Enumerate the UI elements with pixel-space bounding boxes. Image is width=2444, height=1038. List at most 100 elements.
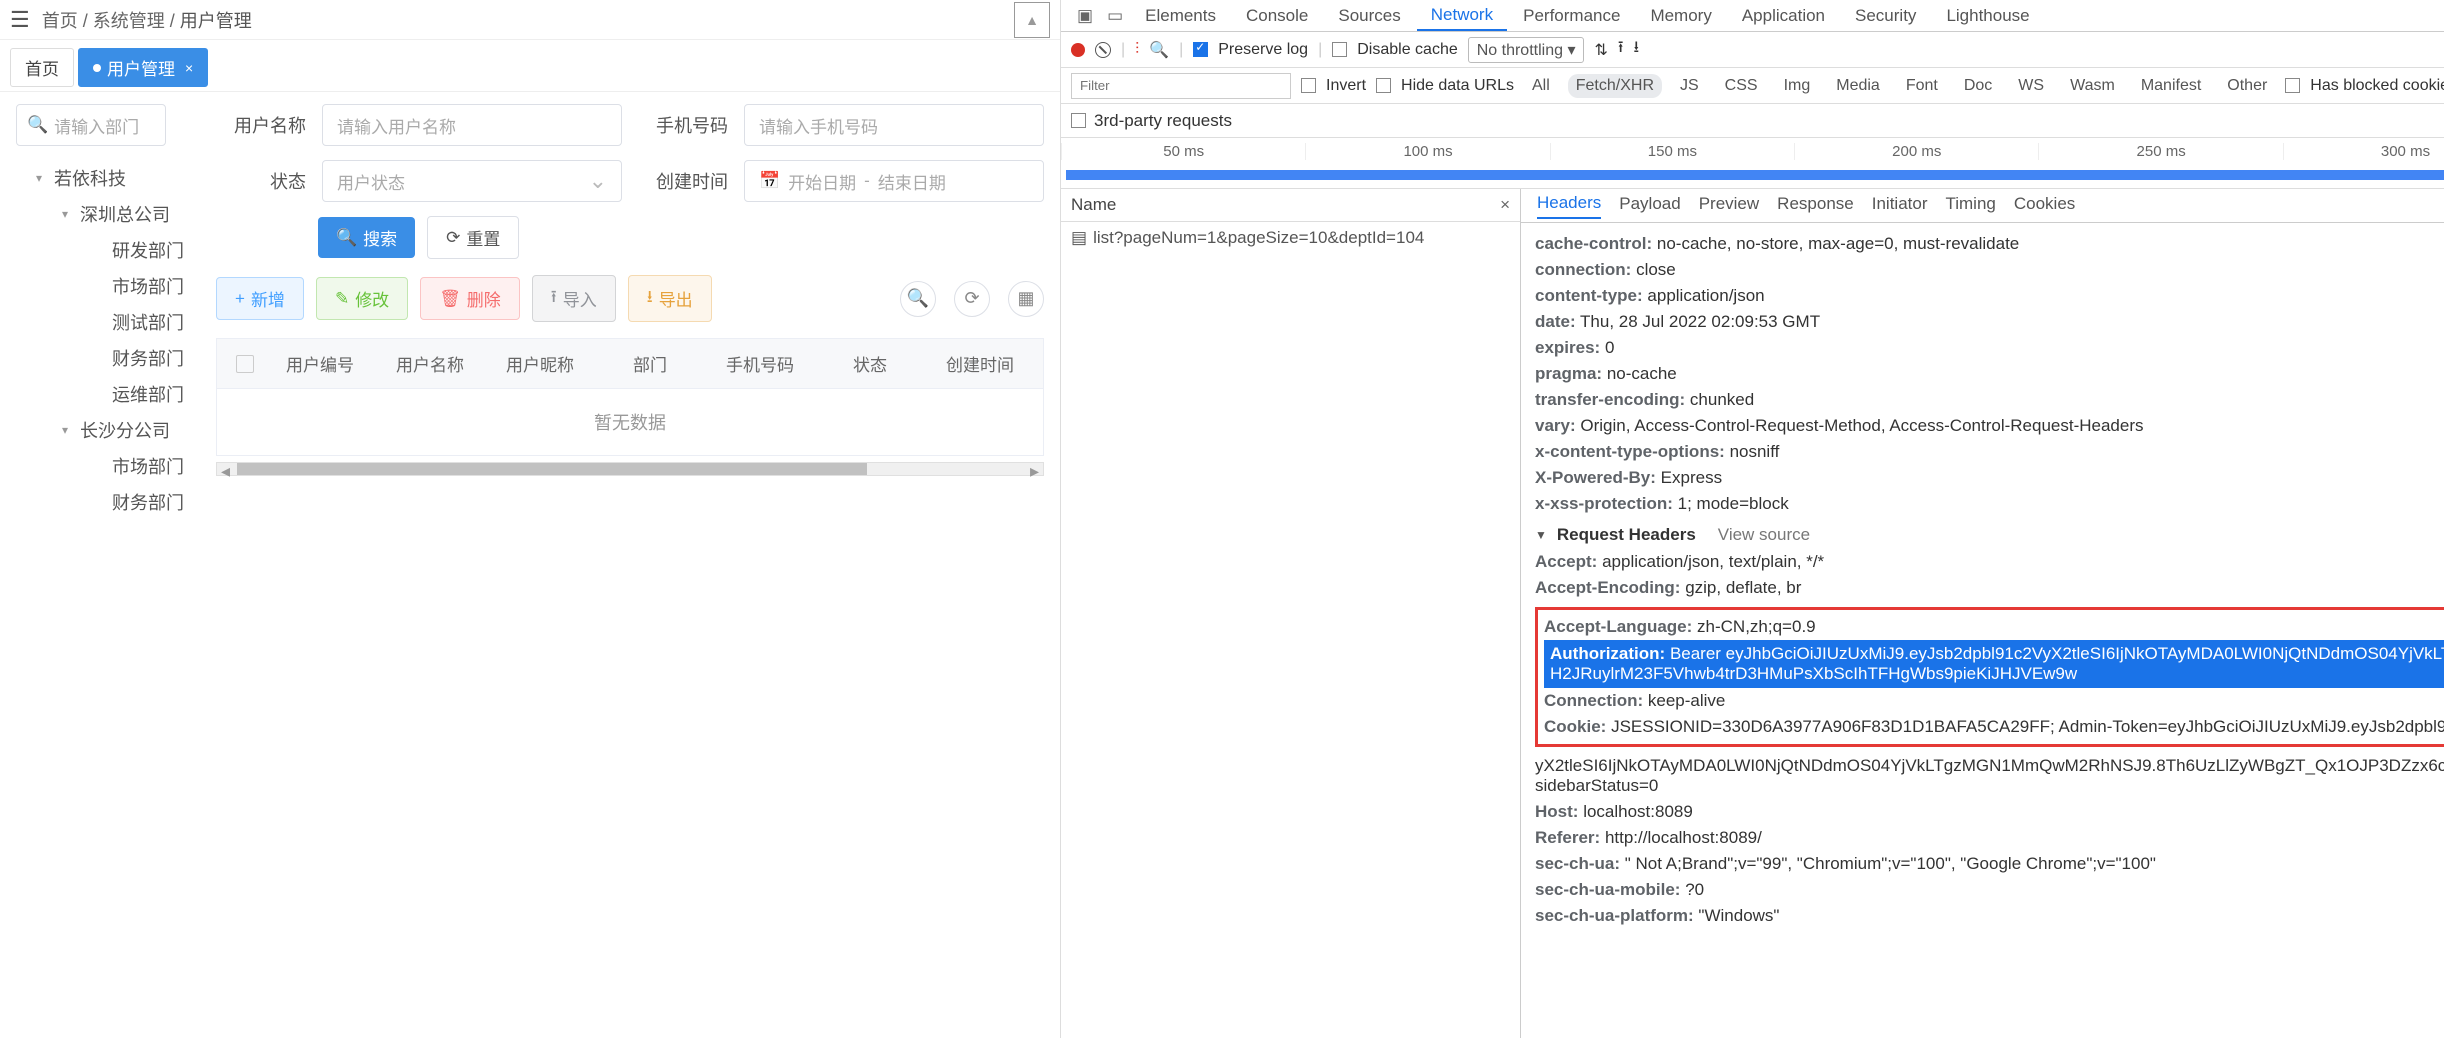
type-font[interactable]: Font xyxy=(1898,74,1946,98)
tick: 200 ms xyxy=(1794,143,2038,160)
filter-toggle-icon[interactable]: ⫶ xyxy=(1135,41,1139,59)
tree-root[interactable]: ▾若依科技 xyxy=(6,160,194,196)
detail-tab-response[interactable]: Response xyxy=(1777,194,1854,218)
type-js[interactable]: JS xyxy=(1672,74,1707,98)
breadcrumb-sys[interactable]: 系统管理 xyxy=(93,11,165,31)
request-headers-section[interactable]: ▼ Request Headers View source xyxy=(1535,517,2444,549)
download-har-icon[interactable]: ⭳ xyxy=(1634,36,1640,63)
tree-rd[interactable]: 研发部门 xyxy=(6,232,194,268)
invert-checkbox[interactable] xyxy=(1301,78,1316,93)
plus-icon: + xyxy=(235,289,245,309)
header-line: date: Thu, 28 Jul 2022 02:09:53 GMT xyxy=(1535,309,2444,335)
hdr-key: sec-ch-ua-platform: xyxy=(1535,906,1694,925)
tab-elements[interactable]: Elements xyxy=(1131,2,1230,30)
horizontal-scrollbar[interactable]: ◂ ▸ xyxy=(216,462,1044,476)
tab-console[interactable]: Console xyxy=(1232,2,1322,30)
type-manifest[interactable]: Manifest xyxy=(2133,74,2209,98)
filter-input[interactable] xyxy=(1071,73,1291,99)
tree-ops[interactable]: 运维部门 xyxy=(6,376,194,412)
type-doc[interactable]: Doc xyxy=(1956,74,2000,98)
breadcrumb-user: 用户管理 xyxy=(180,11,252,31)
detail-tab-timing[interactable]: Timing xyxy=(1945,194,1995,218)
detail-tab-preview[interactable]: Preview xyxy=(1699,194,1759,218)
chevron-down-icon: ▾ xyxy=(36,171,48,185)
scroll-left-icon[interactable]: ◂ xyxy=(221,461,230,482)
edit-button[interactable]: ✎修改 xyxy=(316,277,408,320)
export-button[interactable]: ⭳导出 xyxy=(628,275,712,322)
ctime-label: 创建时间 xyxy=(638,168,728,194)
type-all[interactable]: All xyxy=(1524,74,1558,98)
tree-mkt[interactable]: 市场部门 xyxy=(6,268,194,304)
scroll-thumb[interactable] xyxy=(237,463,867,475)
tree-szhq[interactable]: ▾深圳总公司 xyxy=(6,196,194,232)
view-source-link[interactable]: View source xyxy=(1718,525,1810,545)
tree-csfin[interactable]: 财务部门 xyxy=(6,484,194,520)
record-button[interactable] xyxy=(1071,43,1085,57)
network-timeline[interactable]: 50 ms 100 ms 150 ms 200 ms 250 ms 300 ms… xyxy=(1061,138,2444,189)
type-media[interactable]: Media xyxy=(1828,74,1888,98)
type-other[interactable]: Other xyxy=(2219,74,2275,98)
throttling-select[interactable]: No throttling ▾ xyxy=(1468,37,1585,63)
tab-sources[interactable]: Sources xyxy=(1324,2,1414,30)
inspect-icon[interactable]: ▣ xyxy=(1071,6,1099,26)
clear-button[interactable] xyxy=(1095,42,1111,58)
search-button[interactable]: 🔍搜索 xyxy=(318,217,415,258)
blocked-cookies-checkbox[interactable] xyxy=(2285,78,2300,93)
close-icon[interactable]: × xyxy=(185,60,193,76)
tick: 300 ms xyxy=(2283,143,2444,160)
type-ws[interactable]: WS xyxy=(2010,74,2052,98)
tab-home[interactable]: 首页 xyxy=(10,48,74,87)
breadcrumb-home[interactable]: 首页 xyxy=(42,11,78,31)
phone-input[interactable]: 请输入手机号码 xyxy=(744,104,1044,146)
third-party-checkbox[interactable] xyxy=(1071,113,1086,128)
hdr-key: connection: xyxy=(1535,260,1631,279)
tree-test[interactable]: 测试部门 xyxy=(6,304,194,340)
type-css[interactable]: CSS xyxy=(1717,74,1766,98)
headers-body[interactable]: cache-control: no-cache, no-store, max-a… xyxy=(1521,223,2444,1038)
hide-urls-checkbox[interactable] xyxy=(1376,78,1391,93)
scroll-right-icon[interactable]: ▸ xyxy=(1030,461,1039,482)
reset-button[interactable]: ⟳重置 xyxy=(427,216,519,259)
preserve-log-checkbox[interactable] xyxy=(1193,42,1208,57)
tab-security[interactable]: Security xyxy=(1841,2,1930,30)
search-network-icon[interactable]: 🔍 xyxy=(1149,40,1169,60)
disable-cache-checkbox[interactable] xyxy=(1332,42,1347,57)
delete-button[interactable]: 🗑删除 xyxy=(420,277,520,320)
tab-lighthouse[interactable]: Lighthouse xyxy=(1932,2,2043,30)
wifi-icon[interactable]: ⇅ xyxy=(1594,40,1607,60)
tree-csmkt[interactable]: 市场部门 xyxy=(6,448,194,484)
tree-fin[interactable]: 财务部门 xyxy=(6,340,194,376)
search-toggle-button[interactable]: 🔍 xyxy=(900,281,936,317)
detail-tab-initiator[interactable]: Initiator xyxy=(1872,194,1928,218)
hdr-val: Express xyxy=(1661,468,1722,487)
menu-toggle-icon[interactable]: ☰ xyxy=(10,7,30,33)
type-fetch-xhr[interactable]: Fetch/XHR xyxy=(1568,74,1662,98)
tab-performance[interactable]: Performance xyxy=(1509,2,1634,30)
tree-csbranch[interactable]: ▾长沙分公司 xyxy=(6,412,194,448)
device-toggle-icon[interactable]: ▭ xyxy=(1101,6,1129,26)
select-all-checkbox[interactable] xyxy=(225,355,265,373)
detail-tab-cookies[interactable]: Cookies xyxy=(2014,194,2075,218)
request-row[interactable]: ▤ list?pageNum=1&pageSize=10&deptId=104 xyxy=(1061,222,1520,254)
tab-application[interactable]: Application xyxy=(1728,2,1839,30)
tab-user-label: 用户管理 xyxy=(107,55,175,80)
username-input[interactable]: 请输入用户名称 xyxy=(322,104,622,146)
tab-memory[interactable]: Memory xyxy=(1636,2,1725,30)
upload-har-icon[interactable]: ⭱ xyxy=(1618,36,1624,63)
grid-toggle-button[interactable]: ▦ xyxy=(1008,281,1044,317)
detail-tab-payload[interactable]: Payload xyxy=(1619,194,1680,218)
refresh-circle-button[interactable]: ⟳ xyxy=(954,281,990,317)
close-detail-icon[interactable]: × xyxy=(1500,195,1510,215)
btn-label: 搜索 xyxy=(363,225,397,250)
type-img[interactable]: Img xyxy=(1776,74,1819,98)
tab-network[interactable]: Network xyxy=(1417,1,1507,31)
tab-user-mgmt[interactable]: 用户管理 × xyxy=(78,48,208,87)
detail-tab-headers[interactable]: Headers xyxy=(1537,193,1601,219)
dept-search-input[interactable]: 🔍 请输入部门 xyxy=(16,104,166,146)
import-button[interactable]: ⭱导入 xyxy=(532,275,616,322)
date-range-input[interactable]: 📅 开始日期 - 结束日期 xyxy=(744,160,1044,202)
status-select[interactable]: 用户状态 xyxy=(322,160,622,202)
hdr-val: 0 xyxy=(1605,338,1614,357)
type-wasm[interactable]: Wasm xyxy=(2062,74,2123,98)
add-button[interactable]: +新增 xyxy=(216,277,304,320)
